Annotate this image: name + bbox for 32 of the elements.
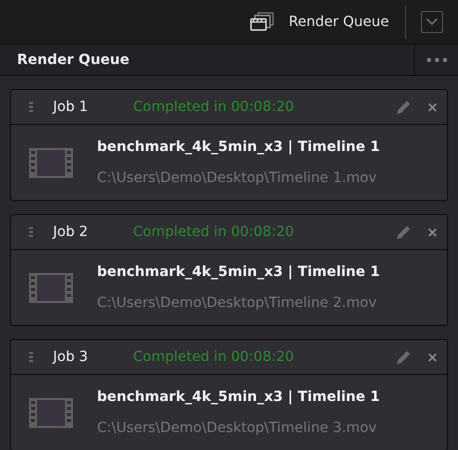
pencil-icon[interactable]: [395, 98, 412, 116]
drag-handle-icon[interactable]: [29, 352, 33, 362]
job-card[interactable]: Job 2 Completed in 00:08:20 benchmark_4k_5min_x3 | Timeline 1 C:\Users\Demo\Desktop\Timeline 2.mov: [10, 214, 448, 326]
file-path: C:\Users\Demo\Desktop\Timeline 2.mov: [97, 294, 378, 312]
job-name: Job 1: [53, 98, 89, 116]
close-icon[interactable]: [428, 228, 437, 236]
pencil-icon[interactable]: [395, 224, 412, 240]
clip-title: benchmark_4k_5min_x3 | Timeline 1: [97, 138, 380, 156]
film-clip-icon: [29, 398, 73, 428]
job-name: Job 3: [53, 348, 89, 366]
job-status: Completed in 00:08:20: [133, 222, 295, 242]
chevron-down-icon: [426, 18, 438, 26]
dropdown-toggle-button[interactable]: [421, 11, 443, 33]
more-icon: [426, 57, 448, 63]
pencil-icon[interactable]: [395, 348, 412, 366]
file-path: C:\Users\Demo\Desktop\Timeline 3.mov: [97, 418, 378, 438]
film-clip-icon: [29, 148, 73, 178]
job-status: Completed in 00:08:20: [133, 348, 295, 366]
drag-handle-icon[interactable]: [29, 227, 33, 237]
job-name: Job 2: [53, 222, 89, 242]
clapperboard-icon: [248, 12, 275, 32]
clip-title: benchmark_4k_5min_x3 | Timeline 1: [97, 388, 380, 406]
panel-title: Render Queue: [16, 50, 130, 70]
job-card[interactable]: Job 3 Completed in 00:08:20 benchmark_4k_5min_x3 | Timeline 1 C:\Users\Demo\Desktop\Timeline 3.mov: [10, 339, 448, 450]
close-icon[interactable]: [428, 352, 437, 362]
drag-handle-icon[interactable]: [29, 102, 33, 112]
close-icon[interactable]: [428, 102, 437, 112]
clip-title: benchmark_4k_5min_x3 | Timeline 1: [97, 262, 380, 282]
job-card[interactable]: Job 1 Completed in 00:08:20 benchmark_4k_5min_x3 | Timeline 1 C:\Users\Demo\Desktop\Timeline 1.mov: [10, 89, 448, 201]
film-clip-icon: [29, 272, 73, 302]
job-status: Completed in 00:08:20: [133, 98, 295, 116]
file-path: C:\Users\Demo\Desktop\Timeline 1.mov: [97, 168, 378, 188]
